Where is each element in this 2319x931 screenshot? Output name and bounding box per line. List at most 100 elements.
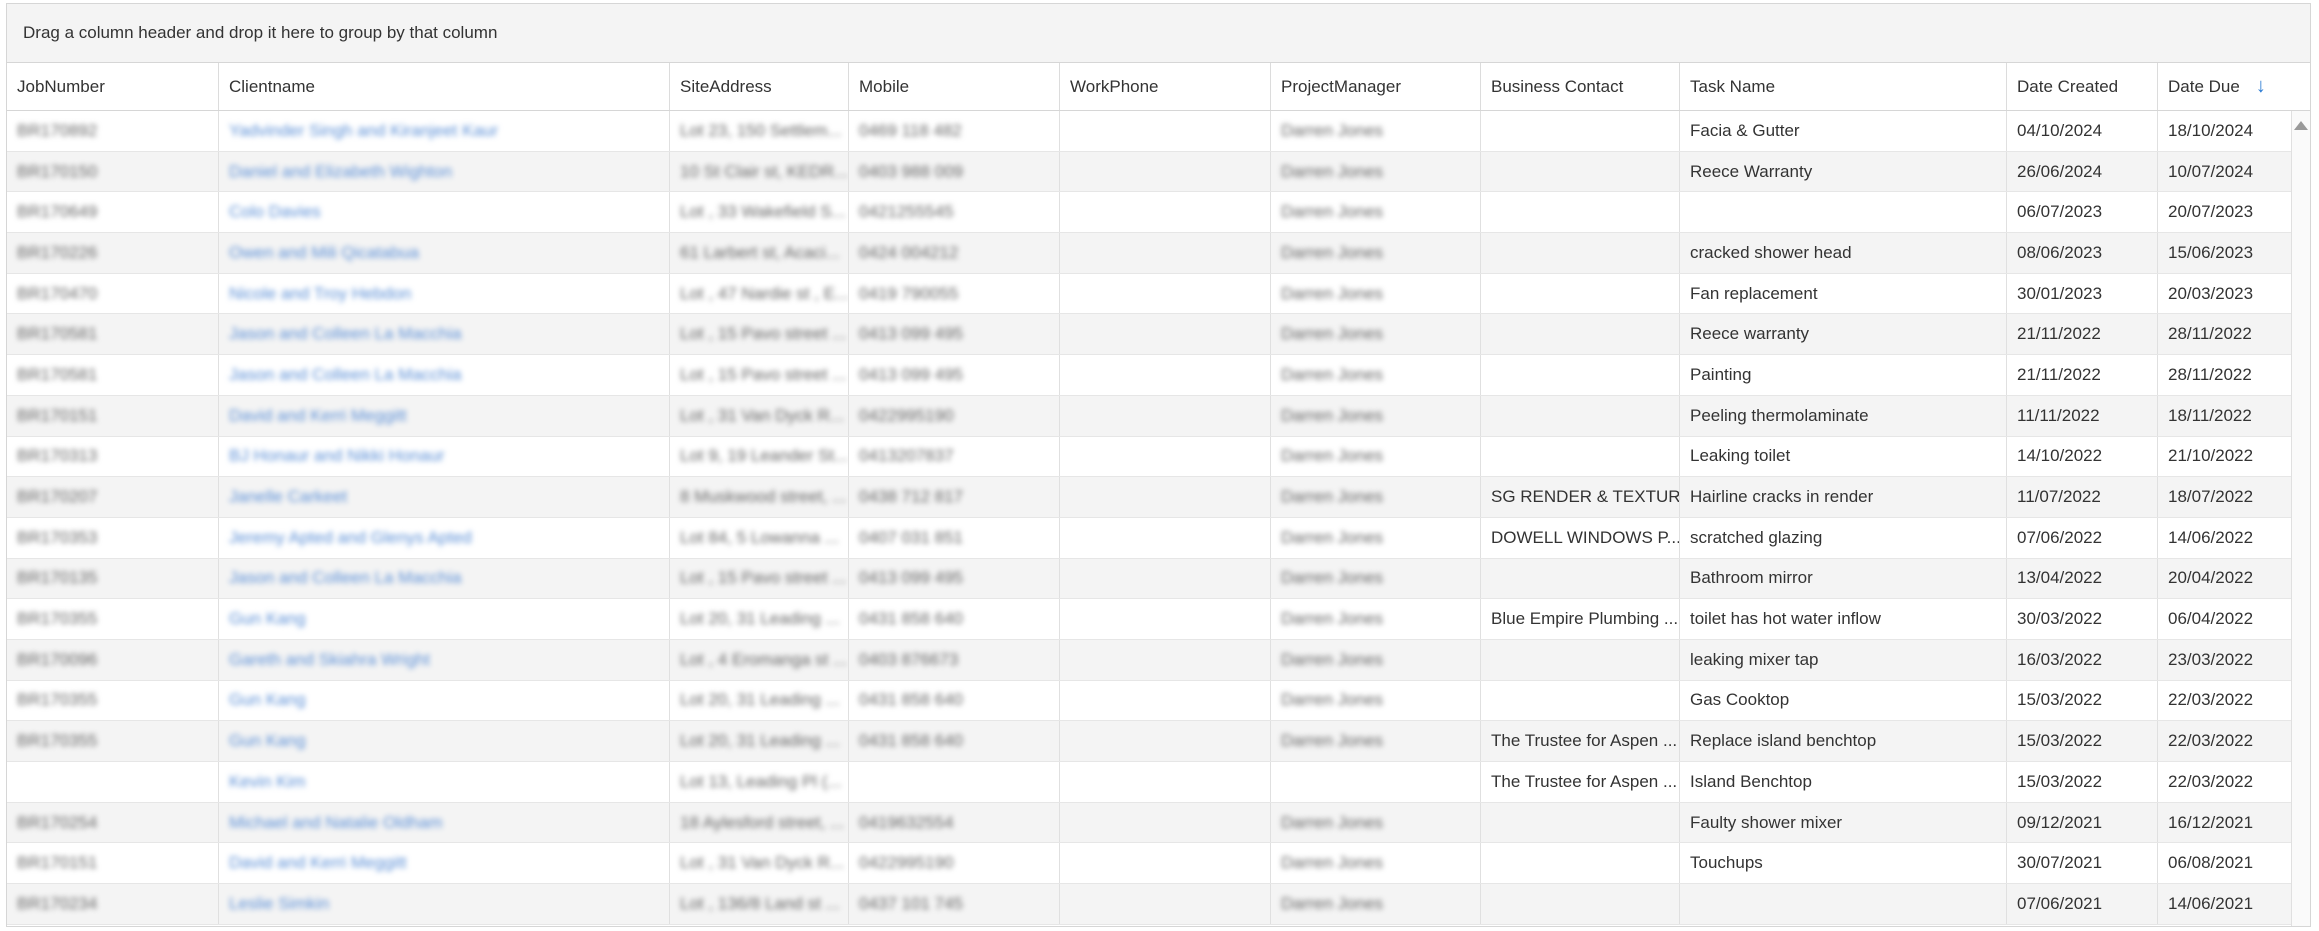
task-name-cell: toilet has hot water inflow [1680,599,2007,639]
table-row[interactable]: BR170151 David and Kerri Meggitt Lot , 31 … [7,843,2293,885]
project-manager-cell: Darren Jones [1271,355,1481,395]
table-row[interactable]: BR170226 Owen and Mili Qicatabua 61 Larber… [7,233,2293,274]
client-name-cell[interactable]: Kevin Kim [219,762,670,802]
col-header-date-created[interactable]: Date Created [2007,63,2158,110]
client-name-cell[interactable]: BJ Honaur and Nikki Honaur [219,436,670,477]
client-name-cell[interactable]: David and Kerri Meggitt [219,843,670,884]
task-name-cell: Reece Warranty [1680,151,2007,192]
grid-table: JobNumber Clientname SiteAddress Mobile … [7,63,2293,925]
client-name-cell[interactable]: Owen and Mili Qicatabua [219,233,670,273]
site-address-cell: Lot 20, 31 Leading ... [670,721,849,761]
col-header-mobile[interactable]: Mobile [849,63,1060,110]
col-header-business-contact[interactable]: Business Contact [1481,63,1680,110]
client-name-cell[interactable]: Jason and Colleen La Macchia [219,558,670,599]
client-name-cell[interactable]: Gun Kang [219,680,670,721]
project-manager-text: Darren Jones [1281,690,1384,710]
date-created-text: 09/12/2021 [2017,812,2103,832]
client-name-cell[interactable]: Leslie Simkin [219,884,670,924]
table-row[interactable]: BR170892 Yadvinder Singh and Kiranjeet Ka… [7,111,2293,152]
mobile-text: 0419632554 [859,812,954,832]
col-header-workphone[interactable]: WorkPhone [1060,63,1271,110]
client-name-cell[interactable]: Gun Kang [219,599,670,639]
date-due-cell: 14/06/2022 [2158,517,2293,558]
table-row[interactable]: BR170353 Jeremy Apted and Glenys Apted Lot… [7,517,2293,559]
task-name-text: Replace island benchtop [1690,731,1877,751]
table-row[interactable]: BR170135 Jason and Colleen La Macchia Lot … [7,558,2293,600]
table-row[interactable]: BR170150 Daniel and Elizabeth Wighton 10 S… [7,151,2293,193]
client-name-cell[interactable]: Gareth and Skiahra Wright [219,639,670,680]
table-row[interactable]: BR170096 Gareth and Skiahra Wright Lot , 4… [7,639,2293,681]
task-name-text: Island Benchtop [1690,771,1812,791]
job-number-cell: BR170313 [7,436,219,477]
header-filler [2292,63,2310,111]
job-number-cell: BR170254 [7,802,219,843]
job-number-cell: BR170470 [7,273,219,314]
business-contact-text: The Trustee for Aspen ... [1491,771,1678,791]
work-phone-cell [1060,477,1271,517]
site-address-text: Lot , 4 Eromanga st ... [680,649,848,669]
site-address-cell: 18 Aylesford street, ... [670,802,849,843]
mobile-cell: 0422995190 [849,843,1060,884]
table-row[interactable]: BR170234 Leslie Simkin Lot , 136/8 Land st… [7,884,2293,925]
site-address-cell: Lot , 136/8 Land st ... [670,884,849,924]
task-name-cell: scratched glazing [1680,517,2007,558]
table-row[interactable]: BR170581 Jason and Colleen La Macchia Lot … [7,314,2293,356]
col-header-date-due[interactable]: Date Due ↓ [2158,63,2293,110]
table-row[interactable]: BR170254 Michael and Natalie Oldham 18 Ayl… [7,802,2293,844]
date-created-text: 30/01/2023 [2017,283,2103,303]
business-contact-cell: DOWELL WINDOWS P... [1481,517,1680,558]
group-by-panel[interactable]: Drag a column header and drop it here to… [7,4,2310,63]
work-phone-cell [1060,273,1271,314]
mobile-cell: 0403 988 009 [849,151,1060,192]
table-row[interactable]: BR170355 Gun Kang Lot 20, 31 Leading ... 04… [7,721,2293,762]
client-name-cell[interactable]: Michael and Natalie Oldham [219,802,670,843]
client-name-cell[interactable]: Colo Davies [219,192,670,233]
mobile-text: 0431 858 640 [859,731,963,751]
table-row[interactable]: BR170355 Gun Kang Lot 20, 31 Leading ... 04… [7,680,2293,722]
client-name-cell[interactable]: Janelle Carkeet [219,477,670,517]
business-contact-cell [1481,151,1680,192]
job-number-text: BR170649 [17,202,98,222]
header-row: JobNumber Clientname SiteAddress Mobile … [7,63,2293,111]
job-number-text: BR170581 [17,364,98,384]
table-row[interactable]: BR170313 BJ Honaur and Nikki Honaur Lot 9,… [7,436,2293,478]
work-phone-cell [1060,395,1271,436]
project-manager-cell: Darren Jones [1271,843,1481,884]
site-address-cell: Lot 9, 19 Leander St... [670,436,849,477]
table-row[interactable]: BR170151 David and Kerri Meggitt Lot , 31 … [7,395,2293,437]
client-name-cell[interactable]: Gun Kang [219,721,670,761]
client-name-cell[interactable]: Yadvinder Singh and Kiranjeet Kaur [219,111,670,151]
project-manager-text: Darren Jones [1281,202,1384,222]
task-name-text: Faulty shower mixer [1690,812,1843,832]
client-name-cell[interactable]: Jason and Colleen La Macchia [219,314,670,355]
task-name-cell: Gas Cooktop [1680,680,2007,721]
business-contact-cell: The Trustee for Aspen ... [1481,762,1680,802]
table-row[interactable]: BR170207 Janelle Carkeet 8 Muskwood street… [7,477,2293,518]
client-name-cell[interactable]: Daniel and Elizabeth Wighton [219,151,670,192]
date-due-cell: 20/04/2022 [2158,558,2293,599]
col-header-clientname[interactable]: Clientname [219,63,670,110]
table-row[interactable]: BR170581 Jason and Colleen La Macchia Lot … [7,355,2293,396]
col-header-projectmanager[interactable]: ProjectManager [1271,63,1481,110]
date-created-cell: 09/12/2021 [2007,802,2158,843]
scroll-up-arrow-icon[interactable] [2294,121,2308,130]
table-row[interactable]: BR170355 Gun Kang Lot 20, 31 Leading ... 04… [7,599,2293,640]
col-header-siteaddress[interactable]: SiteAddress [670,63,849,110]
table-row[interactable]: BR170470 Nicole and Troy Hebdon Lot , 47 N… [7,273,2293,315]
client-name-cell[interactable]: Jason and Colleen La Macchia [219,355,670,395]
job-number-text: BR170353 [17,527,98,547]
vertical-scrollbar[interactable] [2291,111,2310,926]
client-name-cell[interactable]: Nicole and Troy Hebdon [219,273,670,314]
client-name-cell[interactable]: David and Kerri Meggitt [219,395,670,436]
date-created-cell: 07/06/2022 [2007,517,2158,558]
date-due-text: 22/03/2022 [2168,690,2254,710]
col-header-task-name[interactable]: Task Name [1680,63,2007,110]
job-number-cell: BR170355 [7,680,219,721]
mobile-text: 0419 790055 [859,283,959,303]
project-manager-text: Darren Jones [1281,242,1384,262]
client-name-cell[interactable]: Jeremy Apted and Glenys Apted [219,517,670,558]
col-header-jobnumber[interactable]: JobNumber [7,63,219,110]
table-row[interactable]: BR170649 Colo Davies Lot , 33 Wakefield S.… [7,192,2293,234]
mobile-cell: 0469 118 482 [849,111,1060,151]
table-row[interactable]: Kevin Kim Lot 13, Leading Pl (... The Trus… [7,762,2293,803]
